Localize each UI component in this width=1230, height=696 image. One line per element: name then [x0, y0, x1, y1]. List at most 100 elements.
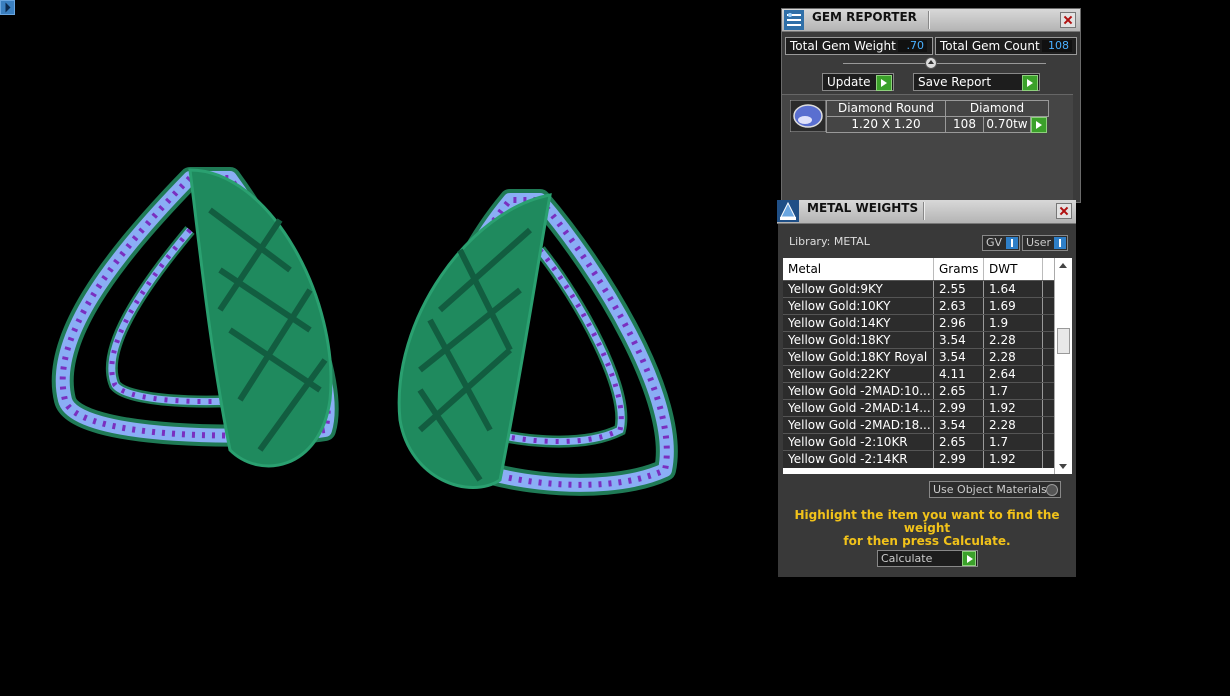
metal-weights-icon: [777, 200, 799, 222]
total-gem-count-value: 108: [1042, 40, 1072, 52]
use-object-materials-label: Use Object Materials: [933, 483, 1047, 496]
save-report-label: Save Report: [918, 75, 992, 89]
scroll-up-icon[interactable]: [1059, 263, 1067, 268]
cell-grams: 2.65: [934, 434, 984, 451]
library-label: Library: METAL: [789, 235, 870, 248]
gem-shape-cell[interactable]: Diamond Round: [826, 100, 946, 117]
gv-toggle[interactable]: GV: [982, 235, 1020, 251]
table-row[interactable]: Yellow Gold:18KY 3.54 2.28: [783, 331, 1054, 349]
cell-metal: Yellow Gold -2:14KR: [783, 451, 934, 468]
viewport-menu-button[interactable]: [0, 0, 15, 15]
table-row[interactable]: Yellow Gold -2MAD:18... 3.54 2.28: [783, 416, 1054, 434]
gem-size-cell[interactable]: 1.20 X 1.20: [826, 116, 946, 133]
table-scrollbar[interactable]: [1054, 258, 1072, 474]
gem-type-cell[interactable]: Diamond: [945, 100, 1049, 117]
table-row[interactable]: Yellow Gold:10KY 2.63 1.69: [783, 297, 1054, 315]
gv-indicator: [1006, 237, 1018, 249]
cell-dwt: 2.64: [984, 366, 1043, 383]
cell-metal: Yellow Gold -2MAD:10...: [783, 383, 934, 400]
gem-reporter-close-icon[interactable]: [1060, 12, 1076, 28]
cell-metal: Yellow Gold:22KY: [783, 366, 934, 383]
hint-line-1: Highlight the item you want to find the …: [794, 508, 1060, 535]
user-label: User: [1026, 236, 1052, 249]
cell-metal: Yellow Gold:18KY Royal: [783, 349, 934, 366]
table-row[interactable]: Yellow Gold -2MAD:14... 2.99 1.92: [783, 399, 1054, 417]
cell-dwt: 2.28: [984, 417, 1043, 434]
cell-grams: 3.54: [934, 349, 984, 366]
viewport-3d-earrings[interactable]: [40, 150, 690, 520]
calculate-button[interactable]: Calculate: [877, 550, 978, 567]
user-toggle[interactable]: User: [1022, 235, 1068, 251]
radio-icon: [1046, 484, 1058, 496]
hint-line-2: for then press Calculate.: [843, 534, 1011, 548]
cell-grams: 3.54: [934, 332, 984, 349]
gv-label: GV: [986, 236, 1003, 249]
table-row[interactable]: Yellow Gold:9KY 2.55 1.64: [783, 280, 1054, 298]
right-earring: [397, 189, 678, 496]
table-row[interactable]: Yellow Gold:22KY 4.11 2.64: [783, 365, 1054, 383]
total-gem-count-label: Total Gem Count: [940, 39, 1040, 53]
column-header-dwt[interactable]: DWT: [984, 258, 1043, 280]
user-indicator: [1054, 237, 1066, 249]
gem-reporter-title: GEM REPORTER: [812, 10, 917, 24]
metal-weights-close-icon[interactable]: [1056, 203, 1072, 219]
gem-reporter-titlebar[interactable]: GEM REPORTER: [782, 9, 1080, 32]
gem-slider-thumb[interactable]: [925, 57, 937, 69]
cell-grams: 2.63: [934, 298, 984, 315]
table-row[interactable]: Yellow Gold -2:10KR 2.65 1.7: [783, 433, 1054, 451]
cell-grams: 2.99: [934, 451, 984, 468]
cell-dwt: 1.69: [984, 298, 1043, 315]
cell-metal: Yellow Gold:18KY: [783, 332, 934, 349]
cell-metal: Yellow Gold:10KY: [783, 298, 934, 315]
scroll-thumb[interactable]: [1057, 328, 1070, 354]
column-header-grams[interactable]: Grams: [934, 258, 984, 280]
gem-weight-cell[interactable]: 0.70tw: [983, 116, 1031, 133]
table-row[interactable]: Yellow Gold -2MAD:10... 2.65 1.7: [783, 382, 1054, 400]
cell-dwt: 2.28: [984, 332, 1043, 349]
cell-metal: Yellow Gold -2MAD:18...: [783, 417, 934, 434]
update-button[interactable]: Update: [822, 73, 894, 91]
cell-grams: 3.54: [934, 417, 984, 434]
gem-details-play-icon[interactable]: [1031, 117, 1047, 133]
title-separator: [923, 202, 924, 220]
cell-grams: 2.65: [934, 383, 984, 400]
update-label: Update: [827, 75, 871, 89]
metal-weights-titlebar[interactable]: METAL WEIGHTS: [777, 200, 1076, 224]
metal-weights-titlebar-wrap: METAL WEIGHTS: [777, 200, 1076, 224]
cell-grams: 2.99: [934, 400, 984, 417]
diamond-round-icon[interactable]: [790, 100, 826, 132]
cell-dwt: 2.28: [984, 349, 1043, 366]
table-row[interactable]: Yellow Gold:18KY Royal 3.54 2.28: [783, 348, 1054, 366]
table-row[interactable]: Yellow Gold -2:14KR 2.99 1.92: [783, 450, 1054, 468]
gem-reporter-icon: [784, 10, 804, 30]
cell-grams: 2.96: [934, 315, 984, 332]
gem-slider-track[interactable]: [843, 63, 1046, 64]
cell-dwt: 1.7: [984, 434, 1043, 451]
cell-dwt: 1.7: [984, 383, 1043, 400]
calculate-label: Calculate: [881, 552, 933, 565]
play-icon: [876, 75, 892, 91]
scroll-down-icon[interactable]: [1059, 464, 1067, 469]
total-gem-weight-field: Total Gem Weight .70: [785, 37, 933, 55]
cell-metal: Yellow Gold -2MAD:14...: [783, 400, 934, 417]
table-row[interactable]: Yellow Gold:14KY 2.96 1.9: [783, 314, 1054, 332]
title-separator: [928, 11, 929, 29]
table-header: Metal Grams DWT: [783, 258, 1054, 280]
gem-count-cell[interactable]: 108: [945, 116, 984, 133]
cell-dwt: 1.92: [984, 400, 1043, 417]
metal-weights-table: Metal Grams DWT Yellow Gold:9KY 2.55 1.64 Y…: [783, 258, 1054, 474]
cell-grams: 2.55: [934, 281, 984, 298]
save-report-button[interactable]: Save Report: [913, 73, 1040, 91]
cell-grams: 4.11: [934, 366, 984, 383]
cell-dwt: 1.64: [984, 281, 1043, 298]
play-icon: [962, 551, 976, 566]
instruction-hint: Highlight the item you want to find the …: [788, 509, 1066, 548]
cell-metal: Yellow Gold:14KY: [783, 315, 934, 332]
use-object-materials-toggle[interactable]: Use Object Materials: [929, 481, 1061, 498]
column-header-metal[interactable]: Metal: [783, 258, 934, 280]
total-gem-count-field: Total Gem Count 108: [935, 37, 1077, 55]
cell-dwt: 1.9: [984, 315, 1043, 332]
metal-weights-title: METAL WEIGHTS: [807, 201, 919, 215]
total-gem-weight-value: .70: [898, 40, 927, 52]
cell-metal: Yellow Gold -2:10KR: [783, 434, 934, 451]
